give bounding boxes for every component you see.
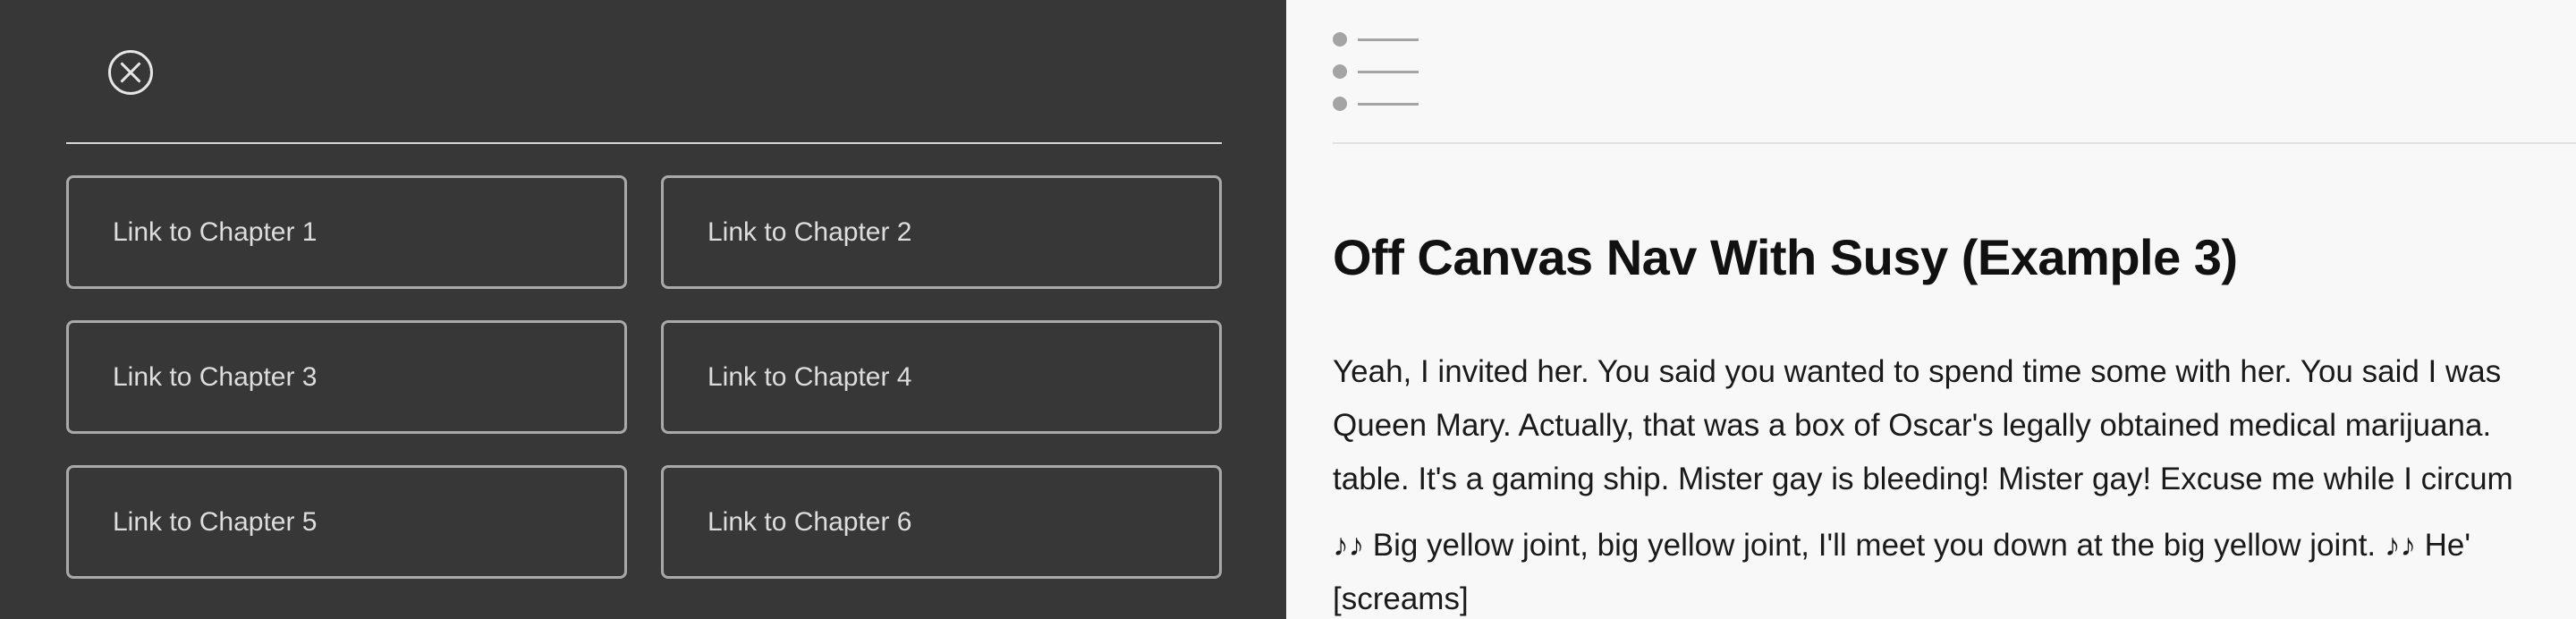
app-root: Link to Chapter 1 Link to Chapter 2 Link…: [0, 0, 2576, 619]
chapter-link-6[interactable]: Link to Chapter 6: [661, 465, 1222, 579]
paragraph-1: Yeah, I invited her. You said you wanted…: [1333, 345, 2576, 506]
paragraph-2: ♪♪ Big yellow joint, big yellow joint, I…: [1333, 519, 2576, 619]
paragraph-line: Queen Mary. Actually, that was a box of …: [1333, 408, 2492, 443]
menu-row: [1333, 32, 1422, 47]
chapter-link-5[interactable]: Link to Chapter 5: [66, 465, 627, 579]
header-divider: [1333, 142, 2576, 144]
bullet-list-icon[interactable]: [1333, 32, 1422, 111]
chapter-link-3[interactable]: Link to Chapter 3: [66, 320, 627, 434]
chapter-link-2[interactable]: Link to Chapter 2: [661, 175, 1222, 289]
bullet-line: [1358, 71, 1419, 73]
page-title: Off Canvas Nav With Susy (Example 3): [1333, 229, 2238, 285]
paragraph-line: ♪♪ Big yellow joint, big yellow joint, I…: [1333, 528, 2471, 563]
off-canvas-nav: Link to Chapter 1 Link to Chapter 2 Link…: [0, 0, 1286, 619]
chapter-link-4[interactable]: Link to Chapter 4: [661, 320, 1222, 434]
chapter-link-grid: Link to Chapter 1 Link to Chapter 2 Link…: [66, 175, 1222, 579]
paragraph-line: table. It's a gaming ship. Mister gay is…: [1333, 462, 2513, 496]
bullet-line: [1358, 38, 1419, 41]
paragraph-line: Yeah, I invited her. You said you wanted…: [1333, 354, 2502, 389]
bullet-dot: [1333, 64, 1347, 79]
bullet-dot: [1333, 32, 1347, 47]
main-content: Off Canvas Nav With Susy (Example 3) Yea…: [1286, 0, 2576, 619]
nav-divider: [66, 142, 1222, 144]
bullet-dot: [1333, 97, 1347, 111]
article-body: Yeah, I invited her. You said you wanted…: [1333, 345, 2576, 619]
close-icon[interactable]: [108, 50, 153, 95]
menu-row: [1333, 97, 1422, 111]
menu-row: [1333, 64, 1422, 79]
chapter-link-1[interactable]: Link to Chapter 1: [66, 175, 627, 289]
paragraph-line: [screams]: [1333, 581, 1469, 616]
bullet-line: [1358, 103, 1419, 106]
